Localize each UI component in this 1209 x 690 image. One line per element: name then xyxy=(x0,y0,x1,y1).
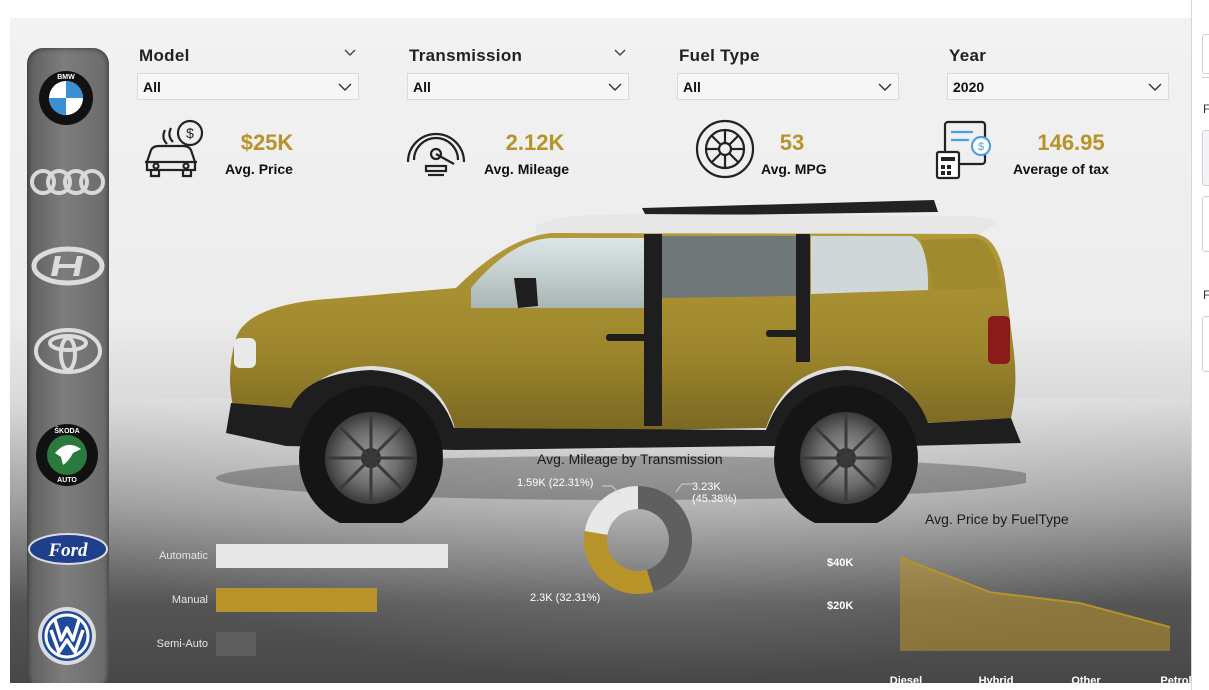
svg-text:$: $ xyxy=(978,141,984,153)
kpi-label: Avg. MPG xyxy=(761,161,827,177)
kpi-value: $25K xyxy=(240,130,294,155)
area-point[interactable] xyxy=(987,589,993,595)
price-by-fueltype-area-chart: $40K $20K Diesel Hybrid Other Petrol xyxy=(825,553,1191,683)
slicer-title: Transmission xyxy=(409,46,523,65)
x-tick-label: Hybrid xyxy=(978,675,1014,683)
chevron-down-icon xyxy=(878,83,892,91)
brand-navigation-rail: BMW ŠKODA AUTO Ford xyxy=(27,48,109,683)
y-tick-label: $20K xyxy=(827,600,854,613)
kpi-avg-mpg: 53 Avg. MPG xyxy=(694,118,854,188)
pane-letter: F xyxy=(1203,288,1209,302)
area-point[interactable] xyxy=(1077,600,1083,606)
kpi-value: 146.95 xyxy=(1037,130,1105,155)
speedometer-icon xyxy=(406,132,466,177)
kpi-avg-price: $ $25K Avg. Price xyxy=(143,118,323,188)
dropdown-value: All xyxy=(413,79,431,95)
chevron-down-icon xyxy=(338,83,352,91)
donut-slice[interactable] xyxy=(584,530,654,594)
audi-logo-icon[interactable] xyxy=(30,166,106,198)
year-dropdown[interactable]: 2020 xyxy=(947,73,1169,100)
toyota-logo-icon[interactable] xyxy=(33,328,103,374)
bar-semi-auto[interactable] xyxy=(216,632,257,656)
area-point[interactable] xyxy=(897,554,903,560)
filters-pane-edge: F F xyxy=(1191,0,1209,690)
bmw-logo-text: BMW xyxy=(57,74,75,81)
bar-category-label: Semi-Auto xyxy=(156,638,208,650)
bar-manual[interactable] xyxy=(216,588,378,612)
dropdown-value: 2020 xyxy=(953,79,985,95)
donut-label-3: 2.3K (32.31%) xyxy=(530,592,601,604)
kpi-avg-mileage: 2.12K Avg. Mileage xyxy=(402,118,602,188)
model-dropdown[interactable]: All xyxy=(137,73,359,100)
skoda-logo-text-top: ŠKODA xyxy=(54,426,79,435)
x-tick-label: Other xyxy=(1071,675,1101,683)
ford-logo-text: Ford xyxy=(47,540,88,561)
kpi-label: Avg. Price xyxy=(225,161,293,177)
donut-chart-title: Avg. Mileage by Transmission xyxy=(537,451,723,467)
bar-category-label: Manual xyxy=(171,594,208,606)
slicer-title: Year xyxy=(949,46,987,65)
slicer-fuel-type: Fuel Type All xyxy=(677,44,899,102)
hyundai-logo-icon[interactable] xyxy=(31,246,105,286)
chevron-down-icon xyxy=(608,83,622,91)
ford-logo-icon[interactable]: Ford xyxy=(27,532,109,566)
x-tick-label: Diesel xyxy=(889,675,923,683)
app-window: BMW ŠKODA AUTO Ford Model All Transmissi… xyxy=(0,0,1209,690)
chevron-down-icon xyxy=(1148,83,1162,91)
kpi-label: Avg. Mileage xyxy=(484,161,570,177)
bmw-logo-icon[interactable]: BMW xyxy=(38,70,94,126)
car-dollar-icon: $ xyxy=(145,119,204,178)
report-canvas: BMW ŠKODA AUTO Ford Model All Transmissi… xyxy=(10,18,1191,683)
x-tick-label: Petrol xyxy=(1160,675,1191,683)
slicer-title: Model xyxy=(139,46,190,65)
donut-leader-lines xyxy=(602,483,692,495)
area-fill xyxy=(900,557,1170,651)
skoda-logo-text-bottom: AUTO xyxy=(57,477,77,484)
pane-card[interactable] xyxy=(1202,316,1209,372)
kpi-value: 53 xyxy=(779,130,805,155)
area-chart-svg xyxy=(897,554,1173,651)
chevron-down-icon[interactable] xyxy=(613,46,627,60)
vehicle-image xyxy=(216,200,1026,523)
dropdown-value: All xyxy=(683,79,701,95)
bar-category-label: Automatic xyxy=(159,550,208,562)
area-point[interactable] xyxy=(1167,624,1173,630)
slicer-transmission: Transmission All xyxy=(407,44,629,102)
donut-label-2: 3.23K (45.38%) xyxy=(692,481,737,505)
transmission-bar-chart: Automatic Manual Semi-Auto xyxy=(130,530,450,660)
transmission-dropdown[interactable]: All xyxy=(407,73,629,100)
slicer-title: Fuel Type xyxy=(679,46,760,65)
dropdown-value: All xyxy=(143,79,161,95)
slicer-model: Model All xyxy=(137,44,359,102)
bar-automatic[interactable] xyxy=(216,544,448,568)
slicer-year: Year 2020 xyxy=(947,44,1169,102)
chevron-down-icon[interactable] xyxy=(343,46,357,60)
donut-label-1: 1.59K (22.31%) xyxy=(517,477,594,489)
y-tick-label: $40K xyxy=(827,556,854,569)
tire-icon xyxy=(695,119,755,179)
fuel-type-dropdown[interactable]: All xyxy=(677,73,899,100)
kpi-label: Average of tax xyxy=(1013,161,1109,177)
pane-card[interactable] xyxy=(1202,130,1209,186)
tax-calculator-icon: $ xyxy=(935,120,992,180)
pane-search-box[interactable] xyxy=(1202,34,1209,74)
pane-divider xyxy=(1202,77,1209,78)
area-chart-title: Avg. Price by FuelType xyxy=(925,511,1069,527)
kpi-value: 2.12K xyxy=(505,130,565,155)
vw-logo-icon[interactable] xyxy=(37,606,97,666)
pane-card[interactable] xyxy=(1202,196,1209,252)
svg-text:$: $ xyxy=(186,125,194,141)
pane-letter: F xyxy=(1203,102,1209,116)
skoda-logo-icon[interactable]: ŠKODA AUTO xyxy=(35,423,99,487)
kpi-average-tax: $ 146.95 Average of tax xyxy=(935,118,1135,188)
